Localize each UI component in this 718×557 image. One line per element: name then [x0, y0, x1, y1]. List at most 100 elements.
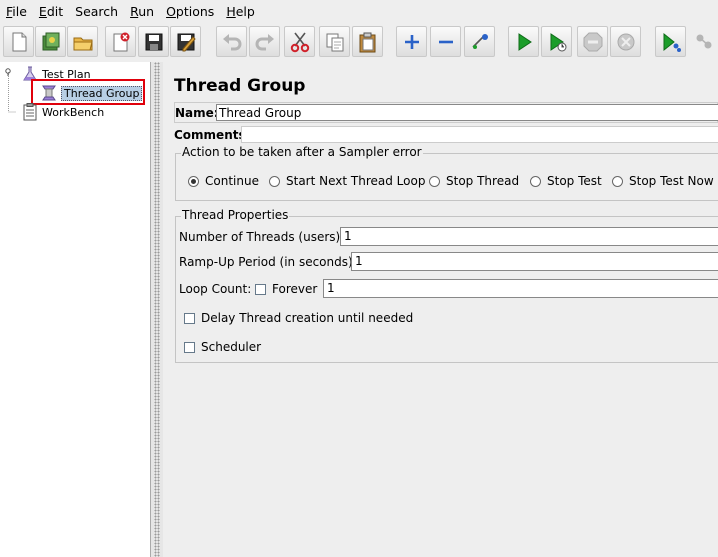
menu-edit-mnemonic: E [38, 3, 47, 19]
name-field[interactable]: Thread Group [216, 104, 718, 121]
expand-all-button[interactable] [396, 26, 427, 57]
shutdown-icon [617, 33, 634, 50]
rampup-field[interactable]: 1 [351, 252, 718, 271]
save-icon [145, 33, 162, 50]
selection-highlight-box [31, 79, 145, 105]
save-as-button[interactable] [170, 26, 201, 57]
radio-stop-test-now[interactable]: Stop Test Now [612, 174, 714, 188]
templates-icon [42, 32, 59, 50]
cut-button[interactable] [284, 26, 315, 57]
paste-icon [359, 32, 375, 52]
menu-run-mnemonic: R [130, 3, 139, 19]
thread-properties-legend: Thread Properties [181, 208, 290, 222]
radio-stop-test[interactable]: Stop Test [530, 174, 602, 188]
thread-properties-group: Thread Properties Number of Threads (use… [175, 208, 718, 363]
forever-checkbox[interactable]: Forever [255, 282, 317, 296]
save-as-icon [177, 33, 196, 51]
start-icon [518, 32, 532, 51]
menu-search-label: Search [75, 3, 119, 19]
name-row: Name: Thread Group [174, 102, 718, 123]
expand-icon [404, 34, 419, 49]
loop-count-field[interactable]: 1 [323, 279, 718, 298]
split-pane-divider[interactable] [151, 62, 163, 557]
menu-edit-label: dit [46, 3, 64, 19]
toggle-button[interactable] [464, 26, 495, 57]
error-action-legend: Action to be taken after a Sampler error [181, 145, 423, 159]
forever-checkbox-box[interactable] [255, 283, 266, 295]
start-no-pauses-button[interactable] [541, 26, 572, 57]
paste-button[interactable] [352, 26, 383, 57]
shutdown-button[interactable] [610, 26, 641, 57]
radio-stop-test-label: Stop Test [547, 174, 602, 188]
radio-stop-test-button[interactable] [530, 175, 541, 187]
threads-field[interactable]: 1 [340, 227, 718, 246]
menu-file-label: ile [12, 3, 27, 19]
open-button[interactable] [67, 26, 98, 57]
radio-stop-test-now-button[interactable] [612, 175, 623, 187]
delay-thread-creation-label: Delay Thread creation until needed [201, 311, 414, 325]
menu-edit[interactable]: Edit [39, 4, 63, 19]
close-button[interactable] [105, 26, 136, 57]
rampup-label: Ramp-Up Period (in seconds): [179, 255, 357, 269]
menu-run[interactable]: Run [130, 4, 154, 19]
collapse-icon [438, 40, 453, 43]
name-label: Name: [175, 106, 219, 120]
menu-options[interactable]: Options [166, 4, 214, 19]
remote-start-button[interactable] [655, 26, 686, 57]
radio-continue-button[interactable] [188, 175, 199, 187]
radio-start-next-thread-loop-button[interactable] [269, 175, 280, 187]
threads-label: Number of Threads (users): [179, 230, 345, 244]
toggle-icon [471, 33, 488, 49]
loop-count-label: Loop Count: [179, 282, 252, 296]
radio-start-next-thread-loop[interactable]: Start Next Thread Loop [269, 174, 425, 188]
scheduler-label: Scheduler [201, 340, 262, 354]
thread-group-panel: Thread Group Name: Thread Group Comments… [163, 62, 718, 557]
redo-button[interactable] [249, 26, 280, 57]
radio-continue[interactable]: Continue [188, 174, 259, 188]
clipboard-icon [23, 103, 37, 121]
redo-icon [255, 33, 274, 50]
save-button[interactable] [138, 26, 169, 57]
new-icon [12, 32, 26, 51]
tree-expand-handle-icon[interactable] [3, 66, 13, 76]
radio-stop-test-now-label: Stop Test Now [629, 174, 714, 188]
radio-stop-thread[interactable]: Stop Thread [429, 174, 519, 188]
delay-thread-creation-checkbox[interactable]: Delay Thread creation until needed [184, 311, 413, 325]
delay-thread-creation-box[interactable] [184, 312, 195, 324]
divider-grip [154, 62, 160, 557]
radio-start-next-thread-loop-label: Start Next Thread Loop [286, 174, 426, 188]
panel-title: Thread Group [174, 76, 306, 96]
close-icon [113, 32, 129, 51]
menu-options-label: ptions [175, 3, 215, 19]
tree-item-workbench[interactable]: WorkBench [22, 103, 104, 121]
scheduler-checkbox-box[interactable] [184, 341, 195, 353]
open-icon [73, 37, 93, 50]
menu-options-mnemonic: O [166, 3, 176, 19]
copy-icon [326, 33, 343, 51]
new-button[interactable] [3, 26, 34, 57]
stop-button[interactable] [577, 26, 608, 57]
menu-help-label: elp [235, 3, 255, 19]
stop-icon [583, 32, 602, 51]
menu-help[interactable]: Help [226, 4, 255, 19]
start-no-pauses-icon [550, 32, 566, 51]
undo-button[interactable] [216, 26, 247, 57]
menu-bar: File Edit Search Run Options Help [0, 0, 718, 22]
remote-button[interactable] [688, 26, 718, 57]
radio-stop-thread-button[interactable] [429, 175, 440, 187]
error-action-group: Action to be taken after a Sampler error… [175, 145, 718, 201]
templates-button[interactable] [35, 26, 66, 57]
menu-run-label: un [138, 3, 155, 19]
scheduler-checkbox[interactable]: Scheduler [184, 340, 261, 354]
remote-icon [696, 34, 711, 48]
copy-button[interactable] [319, 26, 350, 57]
menu-file[interactable]: File [6, 4, 27, 19]
test-plan-tree: Test Plan Thread Group WorkBench [0, 62, 151, 557]
radio-stop-thread-label: Stop Thread [446, 174, 520, 188]
start-button[interactable] [508, 26, 539, 57]
comments-field[interactable] [241, 126, 718, 143]
menu-search[interactable]: Search [75, 4, 118, 19]
menu-help-mnemonic: H [226, 3, 236, 19]
collapse-all-button[interactable] [430, 26, 461, 57]
undo-icon [222, 33, 241, 50]
